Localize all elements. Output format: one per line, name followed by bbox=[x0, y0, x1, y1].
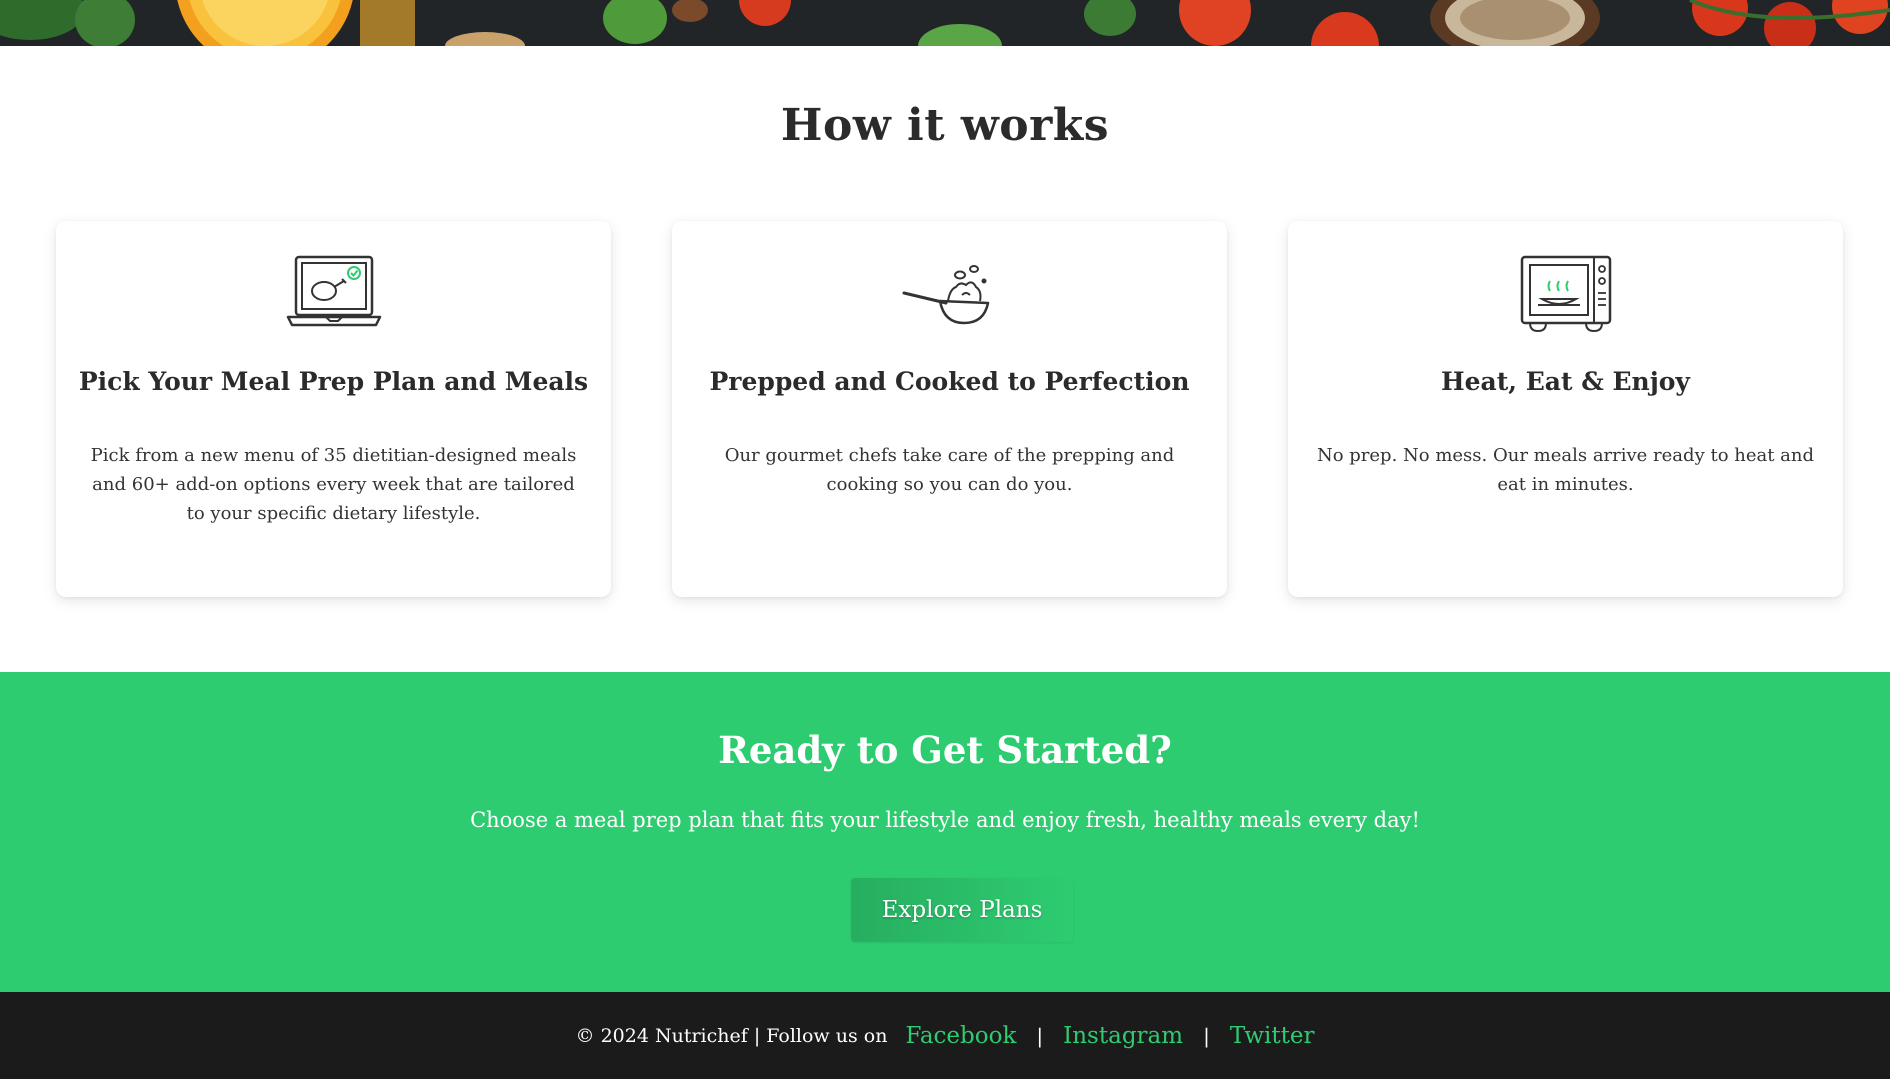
card-title: Heat, Eat & Enjoy bbox=[1441, 367, 1690, 396]
card-title: Prepped and Cooked to Perfection bbox=[709, 367, 1190, 396]
how-card-pick-plan: Pick Your Meal Prep Plan and Meals Pick … bbox=[56, 221, 611, 597]
twitter-link[interactable]: Twitter bbox=[1230, 1023, 1315, 1049]
microwave-icon bbox=[1520, 255, 1611, 333]
how-card-prepped: Prepped and Cooked to Perfection Our gou… bbox=[672, 221, 1227, 597]
cta-text: Choose a meal prep plan that fits your l… bbox=[470, 808, 1420, 832]
explore-plans-button[interactable]: Explore Plans bbox=[851, 878, 1073, 942]
footer-separator: | bbox=[1036, 1023, 1044, 1048]
card-text: Our gourmet chefs take care of the prepp… bbox=[724, 445, 1175, 495]
footer: © 2024 Nutrichef | Follow us on Facebook… bbox=[0, 992, 1890, 1079]
card-text: Pick from a new menu of 35 dietitian-des… bbox=[90, 445, 577, 524]
instagram-link[interactable]: Instagram bbox=[1063, 1023, 1183, 1049]
footer-separator: | bbox=[1203, 1023, 1210, 1048]
cta-section: Ready to Get Started? Choose a meal prep… bbox=[0, 672, 1890, 992]
how-card-heat-eat: Heat, Eat & Enjoy No prep. No mess. Our … bbox=[1288, 221, 1843, 597]
pan-cooking-icon bbox=[902, 265, 989, 325]
how-it-works-title: How it works bbox=[780, 100, 1110, 151]
laptop-chicken-icon bbox=[286, 255, 381, 327]
card-text: No prep. No mess. Our meals arrive ready… bbox=[1316, 445, 1815, 495]
hero-banner-image bbox=[0, 0, 1890, 46]
cta-title: Ready to Get Started? bbox=[718, 728, 1172, 772]
facebook-link[interactable]: Facebook bbox=[905, 1023, 1016, 1049]
footer-copyright: © 2024 Nutrichef | Follow us on bbox=[575, 1024, 888, 1047]
card-title: Pick Your Meal Prep Plan and Meals bbox=[78, 367, 589, 396]
